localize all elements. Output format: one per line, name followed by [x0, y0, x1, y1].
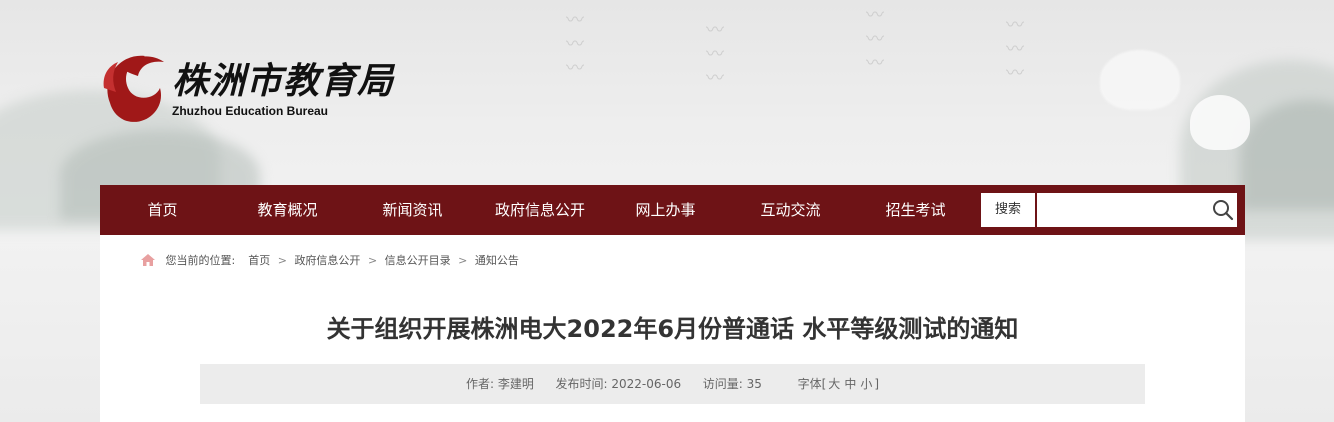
author-label: 作者:	[465, 377, 495, 391]
nav-item-online-service[interactable]: 网上办事	[618, 185, 713, 235]
date-label: 发布时间:	[555, 377, 608, 391]
search-icon[interactable]	[1212, 199, 1234, 221]
background-lotus	[1190, 95, 1250, 150]
font-size-small-button[interactable]: 小	[858, 377, 874, 391]
article-title: 关于组织开展株洲电大2022年6月份普通话 水平等级测试的通知	[326, 315, 1019, 343]
background-calligraphy: 〰〰〰	[563, 10, 584, 82]
article-meta: 作者: 李建明 发布时间: 2022-06-06 访问量: 35 字体[大中小]	[200, 364, 1145, 404]
home-icon	[141, 254, 155, 266]
breadcrumb-item-notices[interactable]: 通知公告	[475, 254, 519, 267]
breadcrumb: 您当前的位置: 首页 > 政府信息公开 > 信息公开目录 > 通知公告	[140, 252, 519, 268]
search-input[interactable]	[1037, 193, 1237, 227]
background-lotus	[1100, 50, 1180, 110]
search-label: 搜索	[981, 193, 1035, 227]
nav-item-gov-info[interactable]: 政府信息公开	[480, 185, 600, 235]
font-size-label: 字体[	[797, 377, 827, 391]
breadcrumb-item-gov-info[interactable]: 政府信息公开	[294, 254, 360, 267]
nav-item-news[interactable]: 新闻资讯	[365, 185, 460, 235]
views-label: 访问量:	[702, 377, 743, 391]
nav-item-overview[interactable]: 教育概况	[240, 185, 335, 235]
font-size-close: ]	[874, 377, 880, 391]
breadcrumb-separator: >	[277, 253, 287, 267]
author-value: 李建明	[497, 377, 534, 391]
breadcrumb-item-catalog[interactable]: 信息公开目录	[385, 254, 451, 267]
content-panel: 您当前的位置: 首页 > 政府信息公开 > 信息公开目录 > 通知公告 关于组织…	[100, 235, 1245, 422]
background-calligraphy: 〰〰〰	[703, 20, 724, 92]
nav-item-home[interactable]: 首页	[115, 185, 210, 235]
breadcrumb-separator: >	[458, 253, 468, 267]
main-nav: 首页 教育概况 新闻资讯 政府信息公开 网上办事 互动交流 招生考试 搜索	[100, 185, 1245, 235]
site-logo[interactable]: 株洲市教育局 Zhuzhou Education Bureau	[100, 48, 400, 128]
font-size-medium-button[interactable]: 中	[842, 377, 858, 391]
breadcrumb-item-home[interactable]: 首页	[248, 254, 270, 267]
font-size-large-button[interactable]: 大	[826, 377, 842, 391]
breadcrumb-prefix: 您当前的位置:	[165, 254, 236, 267]
views-value: 35	[746, 377, 762, 391]
logo-chinese-text: 株洲市教育局	[172, 60, 395, 102]
nav-item-interaction[interactable]: 互动交流	[743, 185, 838, 235]
nav-item-enrollment[interactable]: 招生考试	[868, 185, 963, 235]
date-value: 2022-06-06	[611, 377, 682, 391]
breadcrumb-separator: >	[367, 253, 378, 267]
logo-emblem-icon	[103, 55, 164, 122]
background-calligraphy: 〰〰〰	[863, 5, 884, 77]
logo-english-text: Zhuzhou Education Bureau	[172, 104, 328, 118]
background-calligraphy: 〰〰〰	[1003, 15, 1024, 87]
